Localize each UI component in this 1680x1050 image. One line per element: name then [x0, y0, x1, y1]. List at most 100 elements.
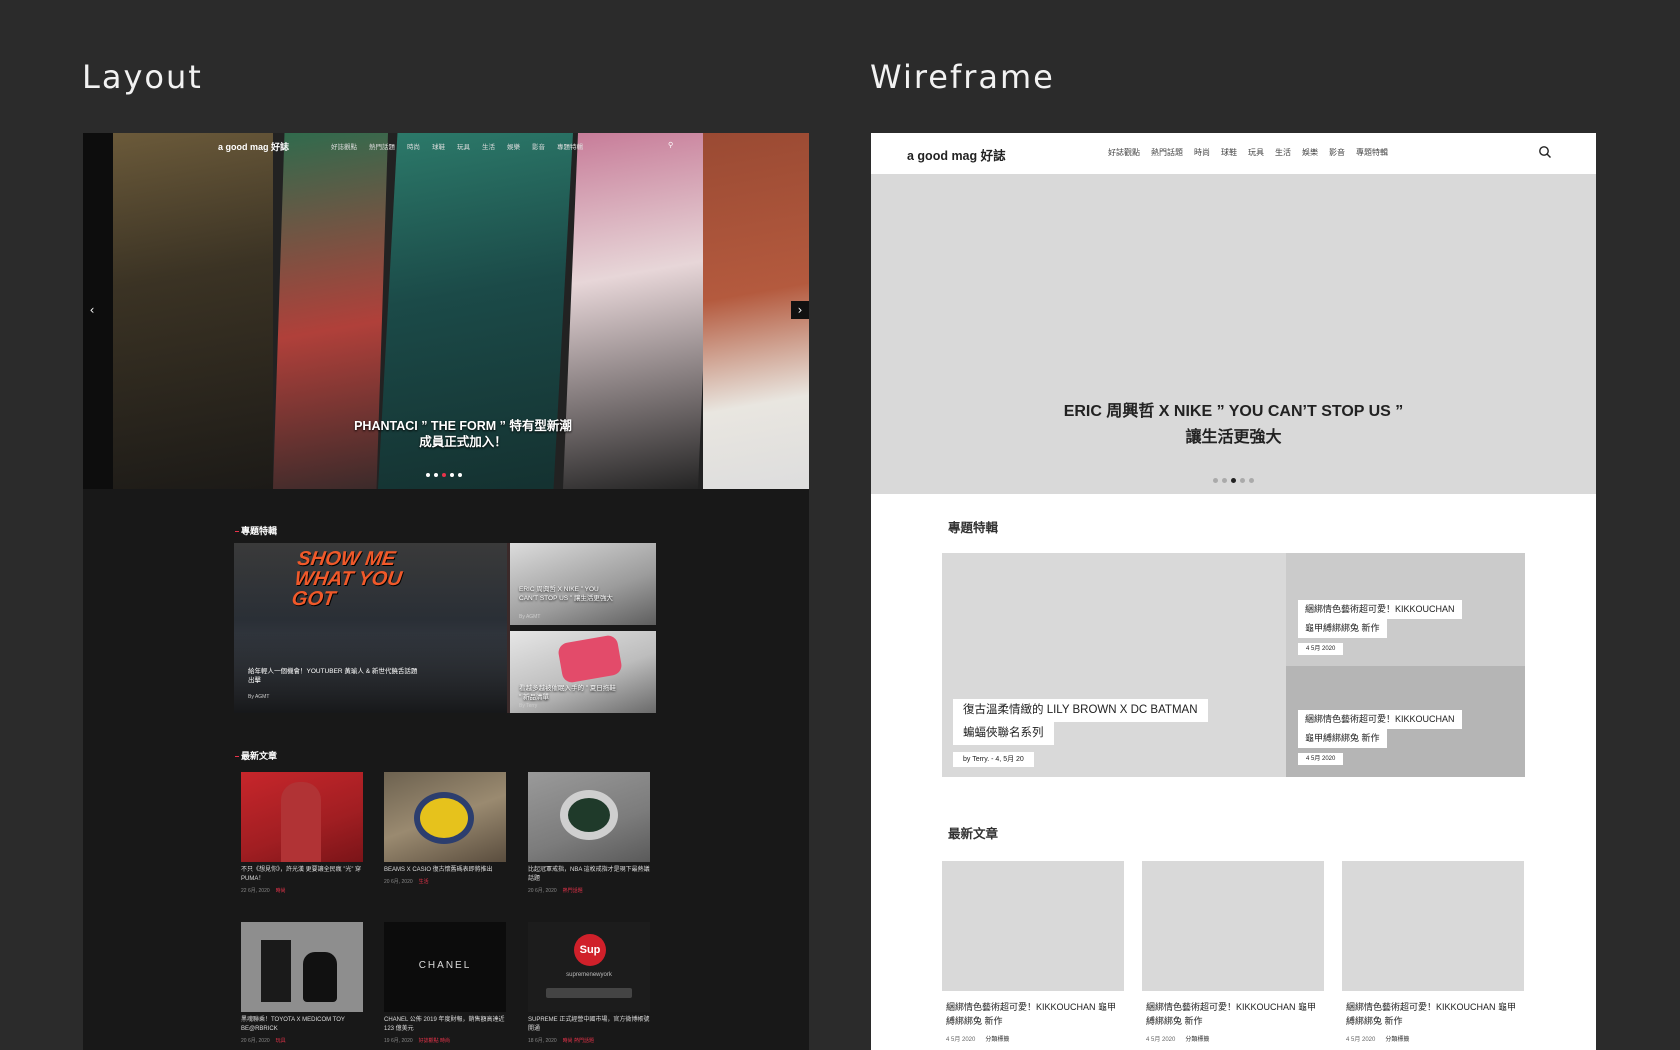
layout-logo[interactable]: a good mag 好誌 — [218, 140, 289, 153]
wireframe-nav-item[interactable]: 熱門話題 — [1151, 147, 1183, 158]
wireframe-nav-item[interactable]: 好誌觀點 — [1108, 147, 1140, 158]
pagination-dot[interactable] — [450, 473, 454, 477]
wireframe-nav-item[interactable]: 娛樂 — [1302, 147, 1318, 158]
pagination-dot[interactable] — [458, 473, 462, 477]
wireframe-side-date: 4 5月 2020 — [1298, 753, 1344, 765]
supreme-logo: Sup — [574, 934, 606, 966]
hero-caption-line2: 成員正式加入！ — [419, 435, 507, 449]
latest-tag[interactable]: 玩具 — [276, 1038, 286, 1044]
wireframe-mockup: a good mag 好誌 好誌觀點 熱門話題 時尚 球鞋 玩具 生活 娛樂 影音 專題特輯 E… — [871, 133, 1596, 1050]
layout-nav-item[interactable]: 好誌觀點 — [331, 141, 357, 151]
wireframe-section-title: Wireframe — [870, 58, 1055, 96]
wireframe-nav-item[interactable]: 影音 — [1329, 147, 1345, 158]
wireframe-latest-meta: 4 5月 2020 分類標籤 — [1342, 1034, 1524, 1043]
wireframe-nav-item[interactable]: 玩具 — [1248, 147, 1264, 158]
hero-photo-1 — [113, 133, 273, 489]
latest-tag[interactable]: 生活 — [419, 879, 429, 885]
layout-nav-item[interactable]: 球鞋 — [432, 141, 445, 151]
latest-meta: 18 6月, 2020 時尚 熱門話題 — [528, 1037, 650, 1044]
latest-tag[interactable]: 好誌觀點 時尚 — [419, 1038, 450, 1044]
layout-nav-item[interactable]: 生活 — [482, 141, 495, 151]
latest-tag[interactable]: 時尚 — [276, 888, 286, 894]
pagination-dot-active[interactable] — [442, 473, 446, 477]
latest-card[interactable]: 黑魂聯乘！TOYOTA X MEDICOM TOY BE@RBRICK 20 6… — [241, 922, 363, 1044]
latest-card[interactable]: 不只《想見你》，許光漢 更要讓全民瘋 ”光” 穿PUMA！ 22 6月, 202… — [241, 772, 363, 894]
person-shape — [281, 782, 321, 862]
wireframe-latest-tag[interactable]: 分類標籤 — [1385, 1037, 1409, 1043]
latest-card[interactable]: CHANEL CHANEL 公佈 2019 年度財報，銷售額高達近 123 億美… — [384, 922, 506, 1044]
layout-nav-item[interactable]: 玩具 — [457, 141, 470, 151]
wireframe-featured-title-line2: 蝙蝠俠聯名系列 — [953, 722, 1054, 745]
wireframe-featured-side-1[interactable]: 綑綁情色藝術超可愛！KIKKOUCHAN 龜甲縛綁綁兔 新作 4 5月 2020 — [1286, 553, 1525, 666]
latest-thumb — [384, 772, 506, 862]
wireframe-latest-caption: 綑綁情色藝術超可愛！KIKKOUCHAN 龜甲縛綁綁兔 新作 — [1146, 1002, 1317, 1026]
layout-nav-item[interactable]: 影音 — [532, 141, 545, 151]
pagination-dot-active[interactable] — [1231, 478, 1236, 483]
layout-nav-item[interactable]: 時尚 — [407, 141, 420, 151]
featured-main-caption: 給年輕人一個機會！YOUTUBER 黃瑜人 & 新世代饒舌話題出擊 — [248, 668, 418, 684]
latest-card[interactable]: BEAMS X CASIO 復古懷舊碼表即將推出 20 6月, 2020 生活 — [384, 772, 506, 885]
latest-card[interactable]: 比起冠軍戒指，NBA 這枚戒指才是現下最熱議話題 20 6月, 2020 熱門話題 — [528, 772, 650, 894]
latest-date: 20 6月, 2020 — [384, 879, 413, 885]
latest-date: 22 6月, 2020 — [241, 888, 270, 894]
wireframe-nav-item[interactable]: 球鞋 — [1221, 147, 1237, 158]
box-shape — [261, 940, 291, 1002]
latest-tag[interactable]: 熱門話題 — [563, 888, 583, 894]
wireframe-logo[interactable]: a good mag 好誌 — [907, 145, 1006, 164]
latest-thumb: Sup supremenewyork — [528, 922, 650, 1012]
latest-caption: CHANEL 公佈 2019 年度財報，銷售額高達近 123 億美元 — [384, 1017, 505, 1032]
wireframe-hero[interactable]: ERIC 周興哲 X NIKE ” YOU CAN’T STOP US ” 讓生… — [871, 174, 1596, 494]
featured-heading: 專題特輯 — [235, 524, 277, 537]
ring-shape — [560, 790, 618, 840]
latest-date: 20 6月, 2020 — [528, 888, 557, 894]
wireframe-latest-card[interactable]: 綑綁情色藝術超可愛！KIKKOUCHAN 龜甲縛綁綁兔 新作 4 5月 2020… — [1342, 861, 1524, 1043]
featured-side-byline-2: By Terry — [519, 703, 538, 709]
stopwatch-shape — [414, 792, 474, 844]
wireframe-hero-caption-line2: 讓生活更強大 — [1185, 429, 1282, 446]
hero-caption[interactable]: PHANTACI ” THE FORM ” 特有型新潮 成員正式加入！ — [313, 418, 613, 450]
featured-banner-text: SHOW ME WHAT YOU GOT — [290, 548, 404, 610]
wireframe-latest-tag[interactable]: 分類標籤 — [985, 1037, 1009, 1043]
search-icon[interactable]: ⚲ — [668, 141, 673, 149]
featured-side-card-1[interactable]: ERIC 周興哲 X NIKE ” YOU CAN’T STOP US ” 讓生… — [510, 543, 656, 625]
wireframe-side-title-line2: 龜甲縛綁綁兔 新作 — [1298, 729, 1387, 748]
latest-caption: 比起冠軍戒指，NBA 這枚戒指才是現下最熱議話題 — [528, 867, 650, 882]
wireframe-hero-caption[interactable]: ERIC 周興哲 X NIKE ” YOU CAN’T STOP US ” 讓生… — [1011, 399, 1456, 451]
wireframe-latest-date: 4 5月 2020 — [1346, 1037, 1376, 1043]
latest-meta: 20 6月, 2020 熱門話題 — [528, 887, 650, 894]
layout-mockup: a good mag 好誌 好誌觀點 熱門話題 時尚 球鞋 玩具 生活 娛樂 影音 專題特輯 ⚲… — [83, 133, 809, 1050]
pagination-dot[interactable] — [1249, 478, 1254, 483]
latest-caption: 黑魂聯乘！TOYOTA X MEDICOM TOY BE@RBRICK — [241, 1017, 345, 1032]
layout-nav-item[interactable]: 熱門話題 — [369, 141, 395, 151]
latest-date: 20 6月, 2020 — [241, 1038, 270, 1044]
latest-card[interactable]: Sup supremenewyork SUPREME 正式經營中國市場，官方微博… — [528, 922, 650, 1044]
wireframe-featured-side-2[interactable]: 綑綁情色藝術超可愛！KIKKOUCHAN 龜甲縛綁綁兔 新作 4 5月 2020 — [1286, 666, 1525, 777]
hero-prev-arrow-icon[interactable]: ‹ — [83, 301, 101, 319]
hero-slider[interactable]: a good mag 好誌 好誌觀點 熱門話題 時尚 球鞋 玩具 生活 娛樂 影音 專題特輯 ⚲… — [83, 133, 809, 489]
wireframe-latest-thumb — [942, 861, 1124, 991]
wireframe-latest-date: 4 5月 2020 — [946, 1037, 976, 1043]
wireframe-nav-item[interactable]: 生活 — [1275, 147, 1291, 158]
wireframe-latest-tag[interactable]: 分類標籤 — [1185, 1037, 1209, 1043]
wireframe-featured-main[interactable]: 復古溫柔情緻的 LILY BROWN X DC BATMAN 蝙蝠俠聯名系列 b… — [942, 553, 1286, 777]
pagination-dot[interactable] — [1222, 478, 1227, 483]
wireframe-latest-card[interactable]: 綑綁情色藝術超可愛！KIKKOUCHAN 龜甲縛綁綁兔 新作 4 5月 2020… — [942, 861, 1124, 1043]
layout-nav-item[interactable]: 娛樂 — [507, 141, 520, 151]
featured-side-card-2[interactable]: 看越多越被催眠入手的 ” 夏日拖鞋 ” 新品清單 By Terry — [510, 631, 656, 713]
pagination-dot[interactable] — [426, 473, 430, 477]
wireframe-featured-title-line1: 復古溫柔情緻的 LILY BROWN X DC BATMAN — [953, 699, 1208, 722]
search-icon[interactable] — [1538, 145, 1552, 159]
pagination-dot[interactable] — [1240, 478, 1245, 483]
featured-main-card[interactable]: SHOW ME WHAT YOU GOT 給年輕人一個機會！YOUTUBER 黃… — [234, 543, 507, 713]
wireframe-latest-card[interactable]: 綑綁情色藝術超可愛！KIKKOUCHAN 龜甲縛綁綁兔 新作 4 5月 2020… — [1142, 861, 1324, 1043]
wireframe-hero-pagination — [1213, 478, 1254, 483]
hero-caption-line1: PHANTACI ” THE FORM ” 特有型新潮 — [354, 419, 572, 433]
pagination-dot[interactable] — [434, 473, 438, 477]
layout-nav-item[interactable]: 專題特輯 — [557, 141, 583, 151]
wireframe-latest-meta: 4 5月 2020 分類標籤 — [1142, 1034, 1324, 1043]
pagination-dot[interactable] — [1213, 478, 1218, 483]
wireframe-nav-item[interactable]: 專題特輯 — [1356, 147, 1388, 158]
wireframe-nav-item[interactable]: 時尚 — [1194, 147, 1210, 158]
latest-tag[interactable]: 時尚 熱門話題 — [563, 1038, 594, 1044]
hero-next-arrow-icon[interactable]: › — [791, 301, 809, 319]
